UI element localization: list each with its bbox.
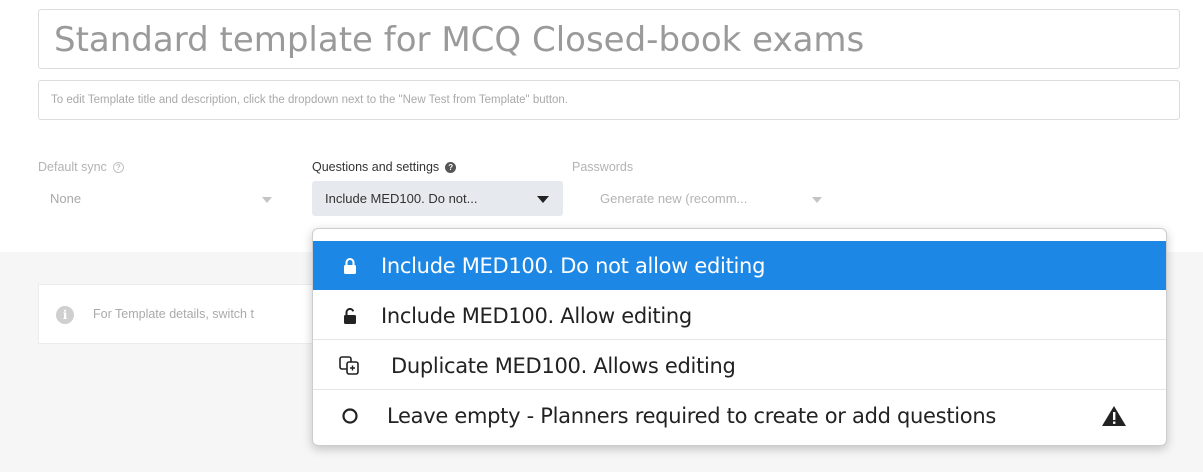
default-sync-label-text: Default sync — [38, 160, 107, 174]
template-description-field[interactable]: To edit Template title and description, … — [38, 80, 1180, 120]
passwords-label: Passwords — [572, 160, 634, 174]
dropdown-option-label: Include MED100. Do not allow editing — [381, 254, 766, 278]
passwords-select[interactable]: Generate new (recomm... — [600, 191, 747, 206]
template-description: To edit Template title and description, … — [51, 94, 569, 106]
default-sync-select[interactable]: None — [50, 191, 81, 206]
dropdown-option-include-locked[interactable]: Include MED100. Do not allow editing — [313, 241, 1166, 290]
caret-down-icon — [537, 196, 549, 203]
dropdown-option-include-editable[interactable]: Include MED100. Allow editing — [313, 291, 1166, 340]
info-card: i For Template details, switch t — [38, 284, 338, 344]
dropdown-option-label: Include MED100. Allow editing — [381, 304, 692, 328]
dropdown-option-duplicate[interactable]: Duplicate MED100. Allows editing — [313, 341, 1166, 390]
unlock-icon — [344, 307, 356, 324]
questions-settings-value: Include MED100. Do not... — [325, 191, 478, 206]
help-icon[interactable]: ? — [445, 162, 457, 173]
dropdown-option-leave-empty[interactable]: Leave empty - Planners required to creat… — [313, 391, 1166, 440]
questions-settings-dropdown: Include MED100. Do not allow editing Inc… — [312, 228, 1167, 446]
help-icon[interactable]: ? — [112, 162, 124, 173]
template-title: Standard template for MCQ Closed-book ex… — [54, 20, 865, 60]
empty-circle-icon — [342, 408, 358, 424]
info-text: For Template details, switch t — [93, 307, 254, 321]
questions-settings-label-text: Questions and settings — [312, 160, 440, 174]
chevron-down-icon[interactable] — [812, 197, 822, 203]
warning-icon — [1102, 406, 1126, 426]
dropdown-option-label: Leave empty - Planners required to creat… — [387, 404, 996, 428]
info-icon: i — [56, 306, 74, 324]
questions-settings-label: Questions and settings? — [312, 160, 457, 174]
questions-settings-select[interactable]: Include MED100. Do not... — [312, 181, 563, 216]
default-sync-label: Default sync? — [38, 160, 124, 174]
template-title-field[interactable]: Standard template for MCQ Closed-book ex… — [38, 9, 1180, 69]
lock-icon — [344, 258, 356, 274]
duplicate-icon — [339, 356, 359, 375]
dropdown-option-label: Duplicate MED100. Allows editing — [391, 354, 736, 378]
chevron-down-icon[interactable] — [262, 197, 272, 203]
